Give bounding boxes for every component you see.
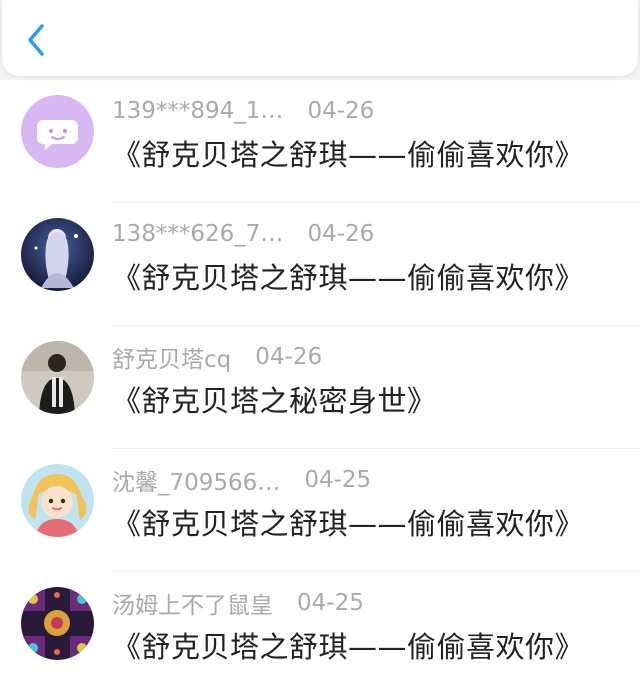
avatar[interactable] [21, 341, 94, 414]
avatar[interactable] [21, 464, 94, 537]
list-item[interactable]: 舒克贝塔cq 04-26 《舒克贝塔之秘密身世》 [0, 326, 640, 449]
person-photo-avatar-icon [21, 341, 94, 414]
list-item[interactable]: 139***894_1… 04-26 《舒克贝塔之舒琪——偷偷喜欢你》 [0, 80, 640, 203]
username: 139***894_1… [112, 98, 284, 124]
username: 138***626_7… [112, 221, 284, 247]
avatar[interactable] [21, 95, 94, 168]
anime-girl-avatar-icon [21, 218, 94, 291]
list-item[interactable]: 沈馨_709566… 04-25 《舒克贝塔之舒琪——偷偷喜欢你》 [0, 449, 640, 572]
item-meta: 138***626_7… 04-26 [112, 217, 374, 251]
story-title[interactable]: 《舒克贝塔之舒琪——偷偷喜欢你》 [112, 501, 584, 543]
avatar[interactable] [21, 587, 94, 660]
back-button[interactable] [18, 22, 54, 58]
chevron-left-icon [28, 24, 44, 56]
item-meta: 139***894_1… 04-26 [112, 94, 374, 128]
date: 04-26 [307, 221, 375, 247]
top-bar [0, 0, 640, 80]
item-meta: 舒克贝塔cq 04-26 [112, 340, 322, 374]
story-title[interactable]: 《舒克贝塔之舒琪——偷偷喜欢你》 [112, 132, 584, 174]
item-meta: 汤姆上不了鼠皇 04-25 [112, 586, 364, 620]
username: 舒克贝塔cq [112, 347, 232, 373]
story-title[interactable]: 《舒克贝塔之舒琪——偷偷喜欢你》 [112, 624, 584, 666]
date: 04-26 [307, 98, 375, 124]
story-title[interactable]: 《舒克贝塔之舒琪——偷偷喜欢你》 [112, 255, 584, 297]
list-item[interactable]: 138***626_7… 04-26 《舒克贝塔之舒琪——偷偷喜欢你》 [0, 203, 640, 326]
default-chat-avatar-icon [21, 95, 94, 168]
pattern-avatar-icon [21, 587, 94, 660]
avatar[interactable] [21, 218, 94, 291]
cartoon-girl-avatar-icon [21, 464, 94, 537]
date: 04-25 [304, 467, 372, 493]
story-title[interactable]: 《舒克贝塔之秘密身世》 [112, 378, 437, 420]
username: 沈馨_709566… [112, 470, 281, 496]
date: 04-26 [255, 344, 323, 370]
header-panel [2, 0, 638, 76]
username: 汤姆上不了鼠皇 [112, 593, 273, 619]
date: 04-25 [297, 590, 364, 616]
story-list: 139***894_1… 04-26 《舒克贝塔之舒琪——偷偷喜欢你》 138*… [0, 80, 640, 695]
item-meta: 沈馨_709566… 04-25 [112, 463, 371, 497]
list-item[interactable]: 汤姆上不了鼠皇 04-25 《舒克贝塔之舒琪——偷偷喜欢你》 [0, 572, 640, 695]
